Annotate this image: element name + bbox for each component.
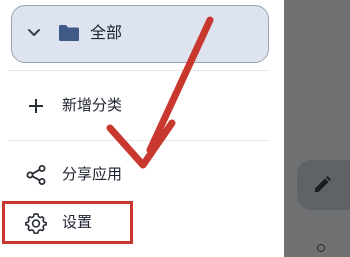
category-label: 全部 — [90, 23, 123, 42]
share-app-label: 分享应用 — [62, 165, 123, 183]
divider — [8, 140, 269, 141]
chevron-down-icon[interactable] — [26, 25, 42, 41]
category-all-item[interactable]: 全部 — [11, 5, 269, 63]
share-app-item[interactable]: 分享应用 — [0, 153, 284, 197]
plus-icon — [29, 99, 43, 113]
pencil-icon — [315, 176, 331, 192]
status-dot — [317, 244, 325, 252]
drawer-scrim[interactable] — [284, 0, 350, 257]
divider — [8, 70, 269, 71]
edit-fab-button[interactable] — [297, 160, 350, 210]
folder-icon — [59, 25, 79, 41]
screen: 全部 新增分类 分享应用 设置 — [0, 0, 350, 257]
add-category-item[interactable]: 新增分类 — [0, 84, 284, 128]
settings-highlight-box — [2, 201, 133, 244]
share-icon — [26, 165, 46, 185]
add-category-label: 新增分类 — [62, 96, 123, 114]
